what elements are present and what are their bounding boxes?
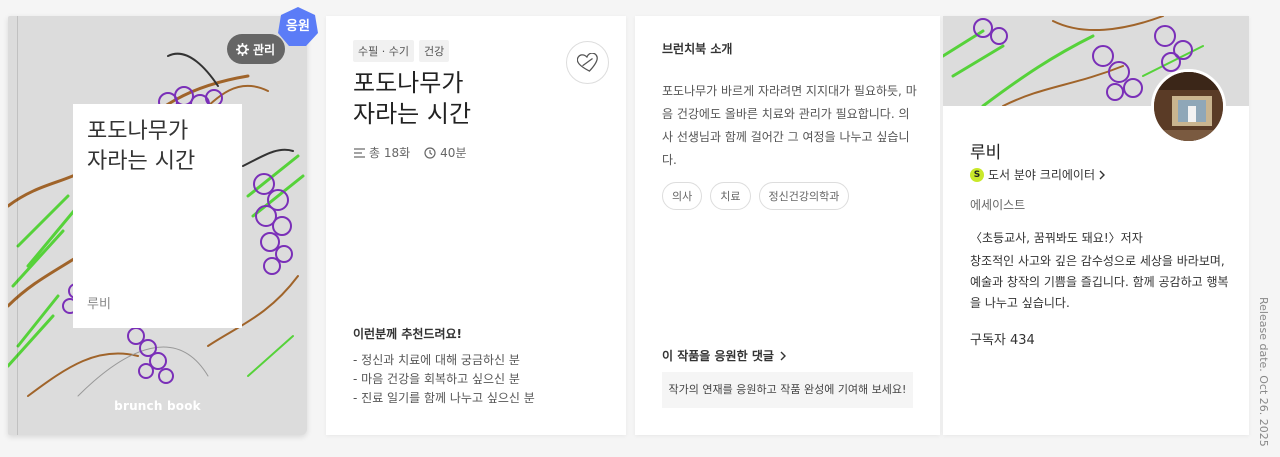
manage-label: 관리 [253,42,276,57]
book-title: 포도나무가 자라는 시간 [353,68,471,130]
cheer-badge[interactable]: 응원 [276,5,320,49]
book-meta: 총 18화 40분 [354,144,466,161]
episode-count-text: 총 18화 [369,146,411,160]
author-job: 에세이스트 [970,198,1026,212]
cover-title-line-1: 포도나무가 [87,119,189,144]
recommend-list: - 정신과 치료에 대해 궁금하신 분 - 마음 건강을 회복하고 싶으신 분 … [353,351,535,408]
chevron-right-icon [1099,170,1105,179]
chevron-right-icon [780,351,786,360]
book-info-panel: 수필 · 수기 건강 포도나무가 자라는 시간 총 18화 40분 이런분께 추… [326,16,626,435]
brunch-book-logo: brunch book [114,399,201,413]
comment-cta[interactable]: 작가의 연재를 응원하고 작품 완성에 기여해 보세요! [662,372,913,408]
creator-badge-icon: S [970,167,984,182]
book-cover[interactable]: 포도나무가 자라는 시간 루비 brunch book 관리 [8,16,307,435]
keyword-list: 의사 치료 정신건강의학과 [662,182,850,210]
recommend-item-text: 정신과 치료에 대해 궁금하신 분 [361,353,520,367]
cover-spine [17,16,18,435]
brunch-book-detail: 포도나무가 자라는 시간 루비 brunch book 관리 응원 수필 · 수… [0,0,1280,457]
author-name[interactable]: 루비 [970,138,1001,163]
release-date-text: Release date. Oct 26. 2025 [1257,297,1270,447]
clock-icon [424,146,436,159]
reading-time: 40분 [424,144,466,161]
keyword-chip[interactable]: 의사 [662,182,703,210]
subscriber-count: 구독자 434 [970,333,1035,348]
comments-link-label: 이 작품을 응원한 댓글 [662,349,774,363]
genre-tag[interactable]: 건강 [418,40,450,62]
keyword-chip[interactable]: 치료 [710,182,751,210]
avatar-photo [1154,72,1223,141]
heart-icon [576,52,598,72]
cover-label: 포도나무가 자라는 시간 루비 [73,104,242,328]
intro-heading: 브런치북 소개 [662,42,733,56]
list-icon [354,147,365,158]
author-panel: 루비 S 도서 분야 크리에이터 에세이스트 〈초등교사, 꿈꿔봐도 돼요!〉저… [943,16,1249,435]
recommend-item: - 정신과 치료에 대해 궁금하신 분 [353,353,520,367]
book-title-line-1: 포도나무가 [353,69,464,97]
genre-tag[interactable]: 수필 · 수기 [353,40,414,62]
recommend-item: - 마음 건강을 회복하고 싶으신 분 [353,372,520,386]
gear-icon [236,42,249,56]
cheer-badge-label: 응원 [286,19,310,34]
like-button[interactable] [566,41,609,84]
reading-time-text: 40분 [440,146,467,160]
recommend-title: 이런분께 추천드려요! [353,327,463,341]
recommend-item: - 진료 일기를 함께 나누고 싶으신 분 [353,391,535,405]
author-avatar[interactable] [1151,69,1226,144]
author-books: 〈초등교사, 꿈꿔봐도 돼요!〉저자 [970,231,1143,245]
comments-link[interactable]: 이 작품을 응원한 댓글 [662,347,787,364]
cover-author: 루비 [87,297,111,312]
recommend-item-text: 마음 건강을 회복하고 싶으신 분 [361,372,520,386]
intro-text: 포도나무가 바르게 자라려면 지지대가 필요하듯, 마음 건강에도 올바른 치료… [662,84,917,167]
creator-link[interactable]: S 도서 분야 크리에이터 [970,166,1106,183]
release-date: Release date. Oct 26. 2025 [1256,297,1276,447]
cover-title: 포도나무가 자라는 시간 [87,117,228,177]
episode-count: 총 18화 [354,144,410,161]
genre-tags: 수필 · 수기 건강 [353,40,450,62]
book-intro-panel: 브런치북 소개 포도나무가 바르게 자라려면 지지대가 필요하듯, 마음 건강에… [635,16,940,435]
recommend-item-text: 진료 일기를 함께 나누고 싶으신 분 [361,391,535,405]
book-title-line-2: 자라는 시간 [353,100,472,128]
keyword-chip[interactable]: 정신건강의학과 [758,182,850,210]
creator-label: 도서 분야 크리에이터 [988,168,1095,182]
author-bio: 창조적인 사고와 깊은 감수성으로 세상을 바라보며, 예술과 창작의 기쁨을 … [970,254,1229,310]
cover-title-line-2: 자라는 시간 [87,149,196,174]
